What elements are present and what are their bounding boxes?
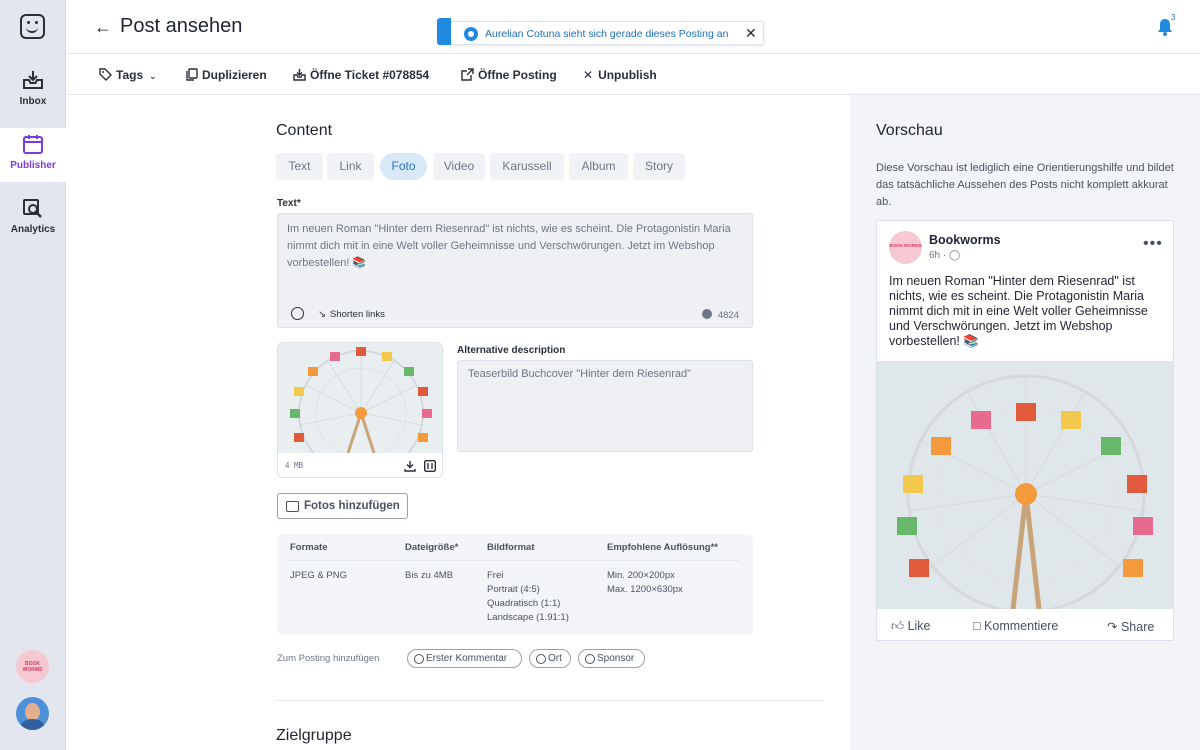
spec-formats: JPEG & PNG	[290, 570, 348, 581]
nav-publisher-label: Publisher	[10, 160, 56, 171]
notification-count: 3	[1171, 13, 1176, 22]
section-divider	[276, 700, 824, 701]
inbox-icon	[23, 71, 43, 89]
user-avatar[interactable]	[16, 697, 49, 730]
page-header: ← Post ansehen Aurelian Cotuna sieht sic…	[66, 0, 1200, 54]
nav-inbox-label: Inbox	[19, 96, 47, 107]
more-options-icon: •••	[1143, 235, 1163, 252]
page-avatar: BOOK WORMS	[889, 231, 922, 264]
content-section-title: Content	[276, 122, 333, 139]
nav-publisher[interactable]: Publisher	[0, 128, 66, 182]
alt-description-input[interactable]: Teaserbild Buchcover "Hinter dem Riesenr…	[457, 360, 753, 452]
like-button[interactable]: 👍︎ Like	[891, 619, 931, 634]
account-avatar-bookworms[interactable]: BOOK WORMS	[16, 650, 49, 683]
post-body: Im neuen Roman "Hinter dem Riesenrad" is…	[889, 274, 1148, 348]
preview-panel: Vorschau Diese Vorschau ist lediglich ei…	[850, 95, 1200, 750]
image-spec-table: Formate Dateigröße* Bildformat Empfohlen…	[277, 534, 753, 635]
uploaded-image-card[interactable]: 4 MB	[277, 342, 443, 478]
page-name: Bookworms	[929, 233, 1001, 247]
text-field-label: Text*	[277, 198, 301, 209]
spec-filesize: Bis zu 4MB	[405, 570, 454, 581]
image-file-size: 4 MB	[285, 461, 304, 470]
thumbs-up-icon: 👍︎	[891, 619, 905, 633]
ferris-wheel-thumbnail	[278, 343, 442, 453]
preview-title: Vorschau	[876, 122, 943, 139]
shrink-icon: ↘	[318, 309, 326, 320]
share-button[interactable]: ↷ Share	[1107, 619, 1154, 634]
ferris-wheel-image	[877, 361, 1173, 609]
presence-notification: Aurelian Cotuna sieht sich gerade dieses…	[437, 18, 764, 45]
nav-analytics[interactable]: Analytics	[0, 182, 66, 252]
notification-message: Aurelian Cotuna sieht sich gerade dieses…	[485, 28, 729, 40]
back-arrow-icon[interactable]: ←	[94, 18, 112, 36]
post-toolbar: Tags ⌄ Duplizieren Öffne Ticket #078854 Ö…	[66, 54, 1200, 95]
spec-resolution: Min. 200×200px Max. 1200×630px	[607, 570, 683, 595]
emoji-icon[interactable]	[291, 307, 304, 320]
chevron-down-icon: ⌄	[149, 71, 157, 81]
analytics-search-icon	[23, 199, 42, 218]
spec-divider	[287, 560, 739, 561]
spec-header-bildformat: Bildformat	[487, 542, 535, 553]
share-icon: ↷	[1107, 620, 1118, 634]
comment-icon: □	[973, 619, 981, 633]
duplicate-button[interactable]: Duplizieren	[186, 68, 267, 82]
inbox-tray-icon	[293, 69, 306, 81]
nav-analytics-label: Analytics	[10, 224, 56, 235]
add-photos-button[interactable]: Fotos hinzufügen	[277, 493, 408, 519]
unpublish-button[interactable]: ✕ Unpublish	[583, 68, 657, 82]
alt-description-label: Alternative description	[457, 345, 566, 356]
tab-album[interactable]: Album	[569, 153, 628, 180]
left-rail: Inbox Publisher Analytics BOOK WORMS	[0, 0, 66, 750]
close-icon[interactable]: ✕	[745, 25, 757, 42]
duplicate-icon	[186, 68, 198, 81]
tab-foto[interactable]: Foto	[380, 153, 427, 180]
notification-accent-bar	[437, 18, 451, 45]
tab-story[interactable]: Story	[633, 153, 685, 180]
tab-video[interactable]: Video	[433, 153, 485, 180]
character-counter: 4824	[701, 309, 739, 321]
audience-section-title: Zielgruppe	[276, 727, 352, 744]
open-ticket-button[interactable]: Öffne Ticket #078854	[293, 68, 429, 82]
shorten-links-button[interactable]: ↘ Shorten links	[318, 309, 385, 320]
page-title: Post ansehen	[120, 15, 243, 37]
spec-header-formats: Formate	[290, 542, 328, 553]
content-editor: Content Text Link Foto Video Karussell A…	[66, 95, 850, 750]
post-text-value: Im neuen Roman "Hinter dem Riesenrad" is…	[287, 223, 731, 269]
app-logo-icon[interactable]	[20, 14, 45, 39]
tab-link[interactable]: Link	[327, 153, 374, 180]
nav-inbox[interactable]: Inbox	[0, 58, 66, 128]
post-time: 6h · ◯	[929, 250, 961, 261]
location-chip[interactable]: Ort	[529, 649, 571, 668]
text-input-footer: ↘ Shorten links 4824	[278, 299, 752, 327]
comment-button[interactable]: □ Kommentiere	[973, 619, 1058, 633]
sponsor-chip[interactable]: Sponsor	[578, 649, 645, 668]
preview-description: Diese Vorschau ist lediglich eine Orient…	[876, 162, 1174, 208]
spec-header-filesize: Dateigröße*	[405, 542, 459, 553]
tab-karussell[interactable]: Karussell	[490, 153, 564, 180]
image-adjust-icon[interactable]	[424, 460, 436, 472]
open-post-button[interactable]: Öffne Posting	[461, 68, 557, 82]
first-comment-chip[interactable]: Erster Kommentar	[407, 649, 522, 668]
x-icon: ✕	[583, 68, 594, 82]
calendar-icon	[23, 135, 43, 154]
facebook-icon	[701, 309, 712, 319]
post-text-input[interactable]: Im neuen Roman "Hinter dem Riesenrad" is…	[277, 213, 753, 328]
globe-icon: ◯	[949, 250, 961, 261]
download-icon[interactable]	[404, 460, 416, 472]
tags-dropdown[interactable]: Tags ⌄	[99, 68, 157, 82]
spec-header-resolution: Empfohlene Auflösung**	[607, 542, 719, 553]
tab-text[interactable]: Text	[276, 153, 323, 180]
external-link-icon	[461, 68, 474, 81]
attach-label: Zum Posting hinzufügen	[277, 653, 380, 664]
facebook-post-preview: BOOK WORMS Bookworms 6h · ◯ ••• Im neuen…	[876, 220, 1174, 641]
eye-icon	[464, 27, 478, 41]
tag-icon	[99, 68, 112, 81]
spec-bildformat: Frei Portrait (4:5) Quadratisch (1:1) La…	[487, 570, 569, 623]
